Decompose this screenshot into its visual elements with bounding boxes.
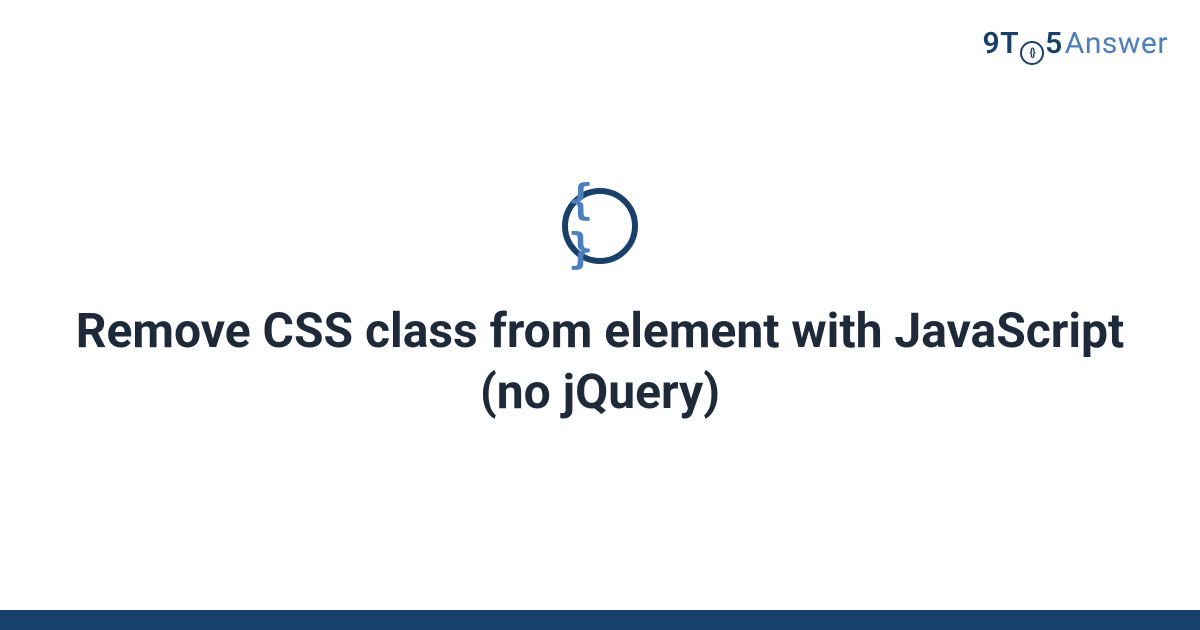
page-title: Remove CSS class from element with JavaS… xyxy=(70,300,1130,423)
main-content: { } Remove CSS class from element with J… xyxy=(0,0,1200,610)
code-braces-icon: { } xyxy=(568,175,632,273)
category-badge-icon: { } xyxy=(562,188,638,264)
footer-accent-bar xyxy=(0,610,1200,630)
